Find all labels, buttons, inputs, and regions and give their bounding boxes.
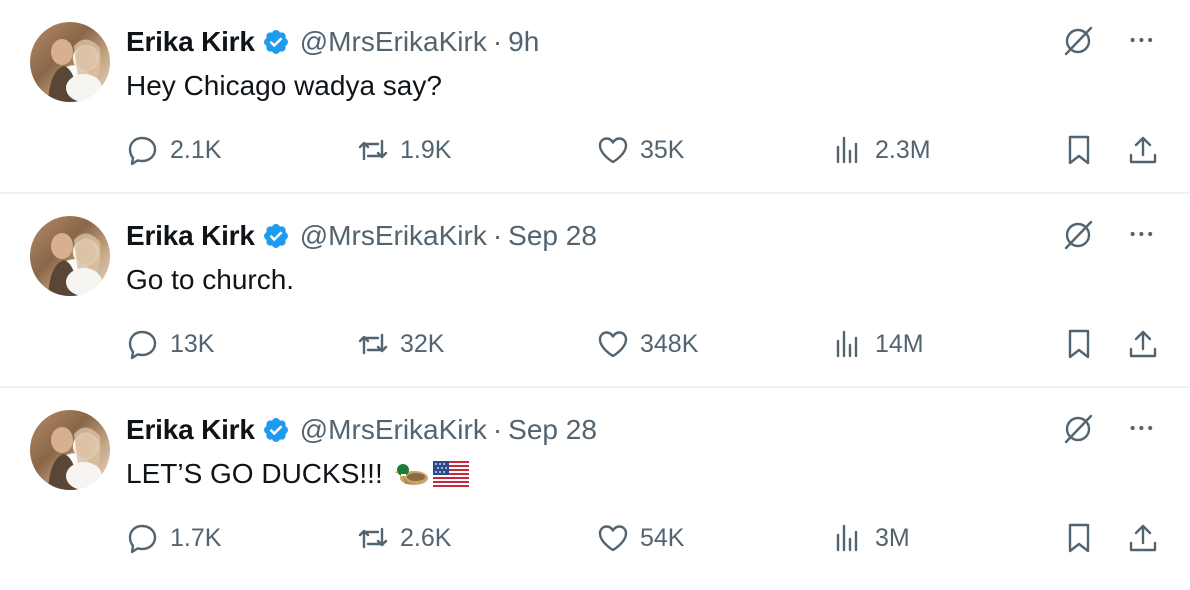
- timestamp[interactable]: 9h: [508, 26, 539, 58]
- tweet-actions: 2.1K 1.9K 35K 2.3M: [126, 130, 1160, 170]
- share-icon: [1129, 330, 1157, 358]
- share-button[interactable]: [1126, 130, 1160, 170]
- like-count: 35K: [640, 135, 685, 164]
- views-button[interactable]: 3M: [831, 518, 910, 558]
- view-count: 2.3M: [875, 135, 931, 164]
- timestamp[interactable]: Sep 28: [508, 414, 597, 446]
- bookmark-button[interactable]: [1062, 518, 1096, 558]
- tweet-top-actions: [1060, 410, 1160, 446]
- us-flag-emoji: [432, 461, 469, 487]
- grok-icon[interactable]: [1060, 22, 1096, 58]
- views-icon: [836, 136, 858, 164]
- verified-badge-icon: [262, 416, 290, 444]
- tweet-header: Erika Kirk @MrsErikaKirk · Sep 28: [126, 216, 597, 256]
- bookmark-icon: [1068, 329, 1090, 359]
- tweet-actions: 13K 32K 348K 14M: [126, 324, 1160, 364]
- display-name[interactable]: Erika Kirk: [126, 220, 255, 252]
- reply-icon: [128, 330, 157, 360]
- verified-badge-icon: [262, 222, 290, 250]
- like-button[interactable]: 348K: [596, 324, 698, 364]
- reply-count: 2.1K: [170, 135, 222, 164]
- reply-button[interactable]: 2.1K: [126, 130, 221, 170]
- bookmark-icon: [1068, 523, 1090, 553]
- repost-button[interactable]: 2.6K: [356, 518, 451, 558]
- separator-dot: ·: [492, 220, 503, 251]
- tweet[interactable]: Erika Kirk @MrsErikaKirk · Sep 28 Go to …: [0, 194, 1190, 388]
- more-icon[interactable]: [1126, 410, 1160, 446]
- duck-emoji: [394, 461, 429, 487]
- view-count: 14M: [875, 329, 924, 358]
- more-icon[interactable]: [1126, 22, 1160, 58]
- user-handle[interactable]: @MrsErikaKirk: [300, 26, 487, 58]
- reply-count: 13K: [170, 329, 215, 358]
- tweet-text: LET’S GO DUCKS!!!: [126, 458, 383, 489]
- tweet-text-row: LET’S GO DUCKS!!!: [126, 454, 469, 494]
- share-button[interactable]: [1126, 324, 1160, 364]
- repost-button[interactable]: 32K: [356, 324, 444, 364]
- tweet-text-row: Hey Chicago wadya say?: [126, 66, 442, 106]
- like-icon: [598, 137, 628, 164]
- tweet[interactable]: Erika Kirk @MrsErikaKirk · Sep 28 LET’S …: [0, 388, 1190, 588]
- repost-icon: [358, 139, 388, 161]
- bookmark-icon: [1068, 135, 1090, 165]
- like-button[interactable]: 54K: [596, 518, 684, 558]
- tweet-header: Erika Kirk @MrsErikaKirk · Sep 28: [126, 410, 597, 450]
- share-button[interactable]: [1126, 518, 1160, 558]
- separator-dot: ·: [492, 414, 503, 445]
- repost-button[interactable]: 1.9K: [356, 130, 451, 170]
- tweet-text: Go to church.: [126, 264, 295, 295]
- bookmark-button[interactable]: [1062, 324, 1096, 364]
- like-button[interactable]: 35K: [596, 130, 684, 170]
- repost-count: 2.6K: [400, 523, 452, 552]
- display-name[interactable]: Erika Kirk: [126, 26, 255, 58]
- like-icon: [598, 525, 628, 552]
- share-icon: [1129, 524, 1157, 552]
- bookmark-button[interactable]: [1062, 130, 1096, 170]
- tweet[interactable]: Erika Kirk @MrsErikaKirk · 9h Hey Chicag…: [0, 0, 1190, 194]
- repost-icon: [358, 333, 388, 355]
- avatar[interactable]: [30, 216, 110, 296]
- grok-icon[interactable]: [1060, 216, 1096, 252]
- tweet-text: Hey Chicago wadya say?: [126, 70, 442, 101]
- separator-dot: ·: [492, 26, 503, 57]
- more-icon[interactable]: [1126, 216, 1160, 252]
- views-button[interactable]: 14M: [831, 324, 924, 364]
- views-icon: [836, 330, 858, 358]
- reply-icon: [128, 524, 157, 554]
- timeline: Erika Kirk @MrsErikaKirk · 9h Hey Chicag…: [0, 0, 1190, 588]
- views-icon: [836, 524, 858, 552]
- timestamp[interactable]: Sep 28: [508, 220, 597, 252]
- repost-count: 1.9K: [400, 135, 452, 164]
- like-icon: [598, 331, 628, 358]
- like-count: 348K: [640, 329, 699, 358]
- reply-button[interactable]: 13K: [126, 324, 214, 364]
- tweet-actions: 1.7K 2.6K 54K 3M: [126, 518, 1160, 558]
- reply-count: 1.7K: [170, 523, 222, 552]
- repost-count: 32K: [400, 329, 445, 358]
- verified-badge-icon: [262, 28, 290, 56]
- repost-icon: [358, 527, 388, 549]
- reply-button[interactable]: 1.7K: [126, 518, 221, 558]
- tweet-header: Erika Kirk @MrsErikaKirk · 9h: [126, 22, 539, 62]
- avatar[interactable]: [30, 410, 110, 490]
- tweet-top-actions: [1060, 22, 1160, 58]
- tweet-top-actions: [1060, 216, 1160, 252]
- like-count: 54K: [640, 523, 685, 552]
- avatar[interactable]: [30, 22, 110, 102]
- grok-icon[interactable]: [1060, 410, 1096, 446]
- share-icon: [1129, 136, 1157, 164]
- user-handle[interactable]: @MrsErikaKirk: [300, 220, 487, 252]
- user-handle[interactable]: @MrsErikaKirk: [300, 414, 487, 446]
- view-count: 3M: [875, 523, 910, 552]
- display-name[interactable]: Erika Kirk: [126, 414, 255, 446]
- tweet-text-row: Go to church.: [126, 260, 294, 300]
- reply-icon: [128, 136, 157, 166]
- views-button[interactable]: 2.3M: [831, 130, 931, 170]
